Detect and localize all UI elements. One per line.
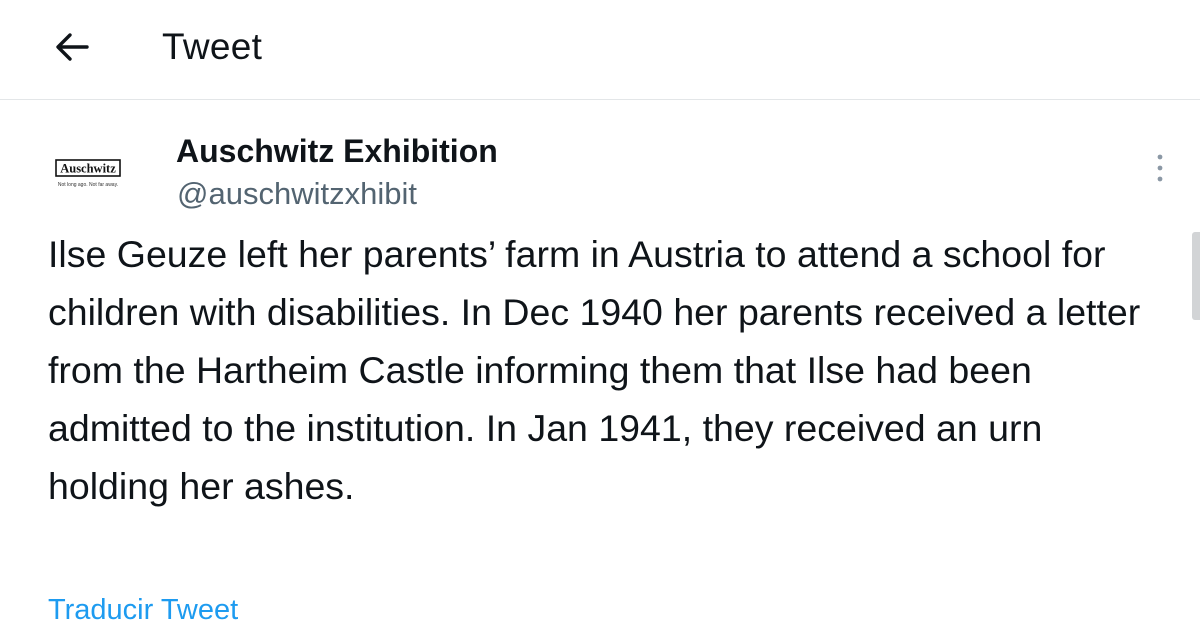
svg-text:Auschwitz: Auschwitz [60,162,116,176]
more-options-button[interactable] [1146,148,1174,188]
svg-text:Not long ago. Not far away.: Not long ago. Not far away. [58,182,118,188]
more-vertical-icon [1157,154,1163,182]
page-title: Tweet [162,26,263,67]
back-button[interactable] [48,26,96,68]
translate-tweet-link[interactable]: Traducir Tweet [48,590,238,630]
auschwitz-logo: Auschwitz Not long ago. Not far away. [55,159,121,188]
user-handle[interactable]: @auschwitzxhibit [177,174,417,214]
arrow-left-icon [56,33,89,61]
display-name[interactable]: Auschwitz Exhibition [176,131,498,171]
scrollbar[interactable] [1192,232,1200,320]
avatar[interactable]: Auschwitz Not long ago. Not far away. [44,146,126,206]
tweet-text: Ilse Geuze left her parents’ farm in Aus… [48,233,1141,507]
top-bar: Tweet [0,0,1200,100]
